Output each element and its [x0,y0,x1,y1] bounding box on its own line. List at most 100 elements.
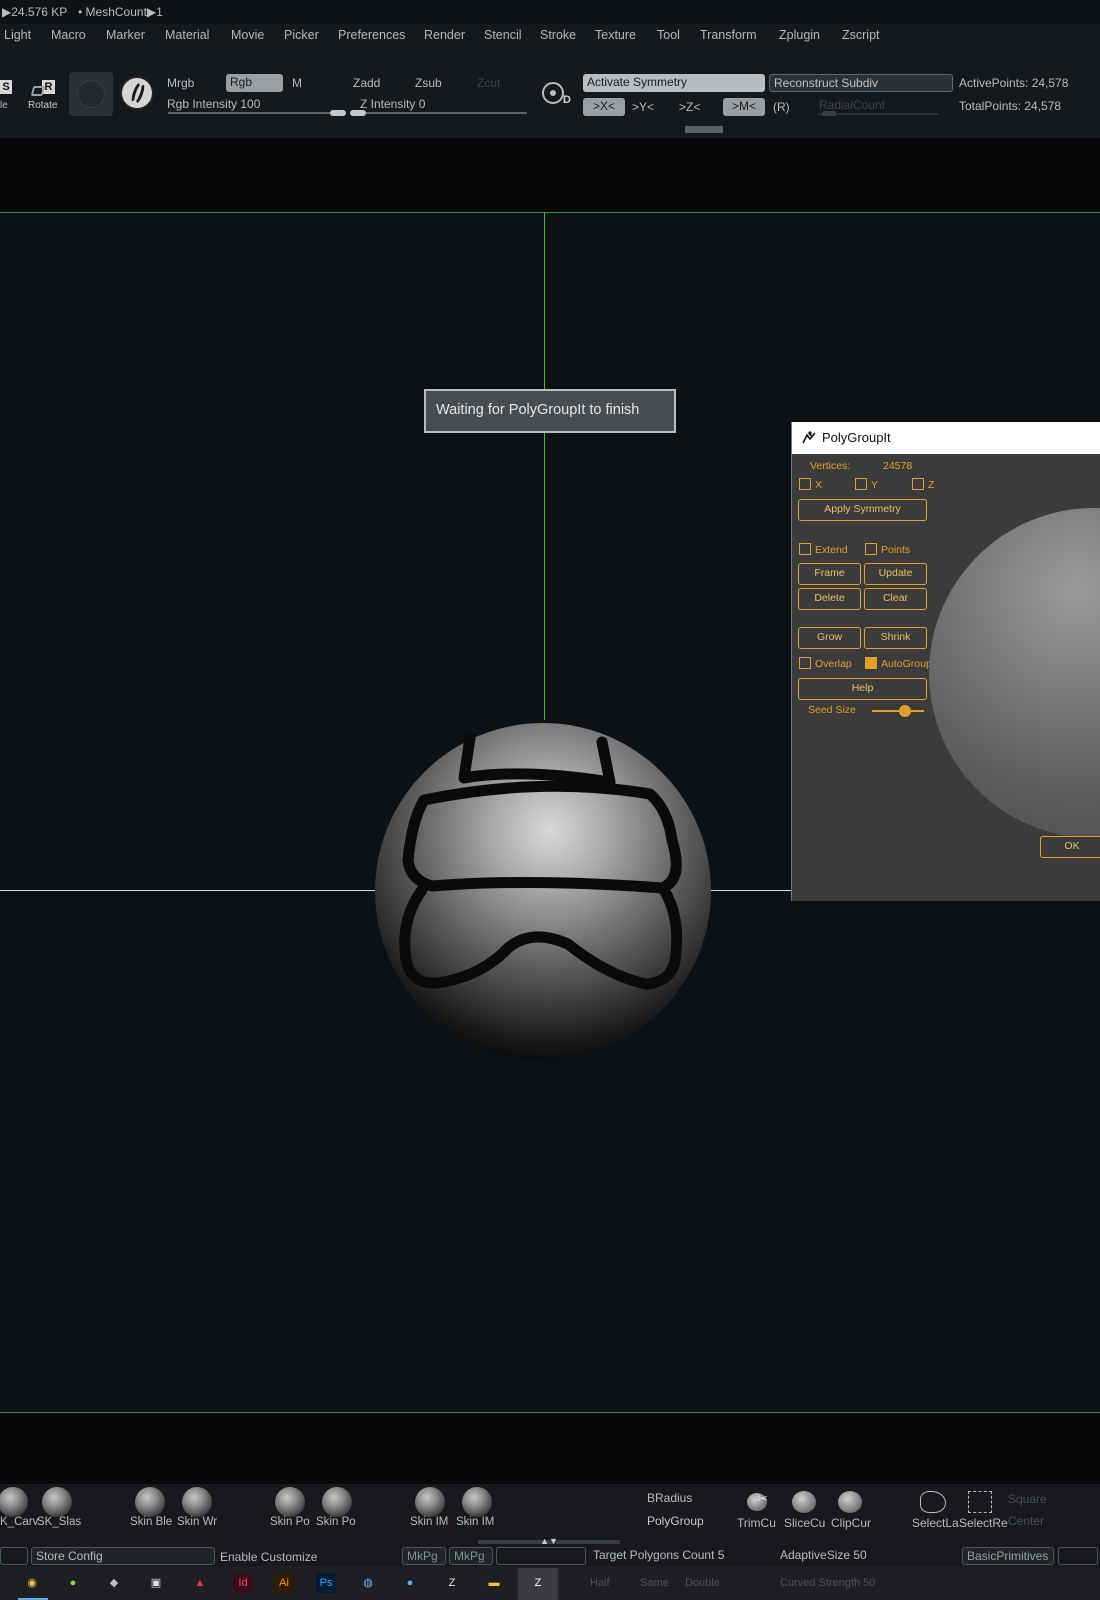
zbrush-icon-1[interactable]: Z [442,1573,462,1593]
selectrect-label[interactable]: SelectRe [959,1516,1008,1530]
brush-label-3[interactable]: Skin Ble [130,1516,172,1528]
brush-thumb-7[interactable] [415,1487,445,1517]
rgb-intensity-knob[interactable] [330,110,346,116]
target-polygons-slider[interactable]: Target Polygons Count 5 [593,1548,724,1562]
m-toggle[interactable]: M [292,76,302,90]
mkpg-button-2[interactable]: MkPg [449,1547,493,1565]
delete-button[interactable]: Delete [798,588,861,610]
lasso-icon[interactable] [920,1491,946,1513]
zsub-toggle[interactable]: Zsub [415,76,442,90]
sphere-model[interactable] [372,720,714,1062]
brush-label-6[interactable]: Skin Po [316,1516,356,1528]
zbrush-icon-2[interactable]: Z [528,1573,548,1593]
rotate-icon[interactable]: R [30,78,60,98]
menu-light[interactable]: Light [4,28,31,42]
menu-tool[interactable]: Tool [657,28,680,42]
rotate-label[interactable]: Rotate [28,100,57,111]
brush-thumb-6[interactable] [322,1487,352,1517]
slicecurve-icon[interactable] [792,1491,816,1513]
app-green-icon[interactable]: ● [63,1573,83,1593]
symmetry-icon[interactable]: D [542,80,571,108]
x-checkbox[interactable] [799,478,811,490]
menu-preferences[interactable]: Preferences [338,28,405,42]
browser-icon[interactable]: ● [400,1573,420,1593]
app-monitor-icon[interactable]: ▣ [146,1573,166,1593]
grow-button[interactable]: Grow [798,627,861,649]
brush-label-1[interactable]: K_Carv [0,1516,38,1528]
square-option[interactable]: Square [1008,1492,1047,1506]
menu-texture[interactable]: Texture [595,28,636,42]
app-tool-icon[interactable]: ◆ [104,1573,124,1593]
menu-movie[interactable]: Movie [231,28,264,42]
overlap-checkbox[interactable] [799,657,811,669]
brush-thumb-5[interactable] [275,1487,305,1517]
menu-picker[interactable]: Picker [284,28,319,42]
acrobat-icon[interactable]: ▲ [190,1573,210,1593]
toolbar-scroll-handle[interactable] [685,126,723,133]
center-option[interactable]: Center [1008,1514,1044,1528]
menu-macro[interactable]: Macro [51,28,86,42]
bradius-label[interactable]: BRadius [647,1491,692,1505]
double-option[interactable]: Double [685,1577,720,1589]
polygroupit-titlebar[interactable]: PolyGroupIt [792,422,1100,454]
brush-label-7[interactable]: Skin IM [410,1516,448,1528]
material-swatch[interactable] [69,72,113,116]
illustrator-icon[interactable]: Ai [274,1573,294,1593]
ok-button[interactable]: OK [1040,836,1100,858]
enable-customize-button[interactable]: Enable Customize [220,1550,317,1564]
z-symmetry-toggle[interactable]: >Z< [679,100,700,114]
brush-label-5[interactable]: Skin Po [270,1516,310,1528]
z-intensity-slider[interactable] [352,112,527,114]
update-button[interactable]: Update [864,563,927,585]
reconstruct-subdiv-button[interactable]: Reconstruct Subdiv [769,74,953,92]
x-symmetry-toggle[interactable]: >X< [583,98,625,116]
shrink-button[interactable]: Shrink [864,627,927,649]
brush-label-4[interactable]: Skin Wr [177,1516,217,1528]
curve-strength-slider[interactable]: Curved Strength 50 [780,1577,875,1589]
file-explorer-icon[interactable]: ▬ [484,1573,504,1593]
scale-label[interactable]: le [0,100,8,111]
y-checkbox[interactable] [855,478,867,490]
app-blue-icon[interactable]: ◍ [358,1573,378,1593]
z-checkbox[interactable] [912,478,924,490]
store-config-button[interactable]: Store Config [31,1547,215,1565]
rgb-toggle[interactable]: Rgb [226,74,283,92]
m-symmetry-toggle[interactable]: >M< [723,98,765,116]
autogroup-checkbox[interactable] [865,657,877,669]
menu-zscript[interactable]: Zscript [842,28,880,42]
apply-symmetry-button[interactable]: Apply Symmetry [798,499,927,521]
trimcurve-label[interactable]: TrimCu [737,1516,776,1530]
menu-material[interactable]: Material [165,28,209,42]
half-option[interactable]: Half [590,1577,610,1589]
points-checkbox[interactable] [865,543,877,555]
radial-symmetry-toggle[interactable]: (R) [773,100,790,114]
z-intensity-knob[interactable] [350,110,366,116]
clipcurve-icon[interactable] [838,1491,862,1513]
menu-stencil[interactable]: Stencil [484,28,522,42]
texture-swatch[interactable] [120,76,154,110]
help-button[interactable]: Help [798,678,927,700]
seed-size-slider[interactable] [872,710,924,712]
radial-count-slider[interactable] [818,113,938,115]
mrgb-toggle[interactable]: Mrgb [167,76,194,90]
y-symmetry-toggle[interactable]: >Y< [632,100,654,114]
brush-thumb-8[interactable] [462,1487,492,1517]
trimcurve-icon[interactable]: ✂ [743,1489,775,1515]
menu-marker[interactable]: Marker [106,28,145,42]
rgb-intensity-slider[interactable] [168,112,346,114]
brush-thumb-3[interactable] [135,1487,165,1517]
brush-label-2[interactable]: SK_Slas [37,1516,81,1528]
extend-checkbox[interactable] [799,543,811,555]
same-option[interactable]: Same [640,1577,669,1589]
status-empty-slot[interactable] [496,1547,586,1565]
activate-symmetry-button[interactable]: Activate Symmetry [583,74,765,92]
brush-thumb-2[interactable] [42,1487,72,1517]
shelf-collapse-icon[interactable]: ▲▼ [537,1536,561,1546]
brush-thumb-4[interactable] [182,1487,212,1517]
menu-zplugin[interactable]: Zplugin [779,28,820,42]
clipcurve-label[interactable]: ClipCur [831,1516,871,1530]
polygroup-label[interactable]: PolyGroup [647,1514,704,1528]
radial-count-knob[interactable] [822,111,836,116]
slicecurve-label[interactable]: SliceCu [784,1516,825,1530]
polygroupit-preview[interactable] [929,508,1100,836]
